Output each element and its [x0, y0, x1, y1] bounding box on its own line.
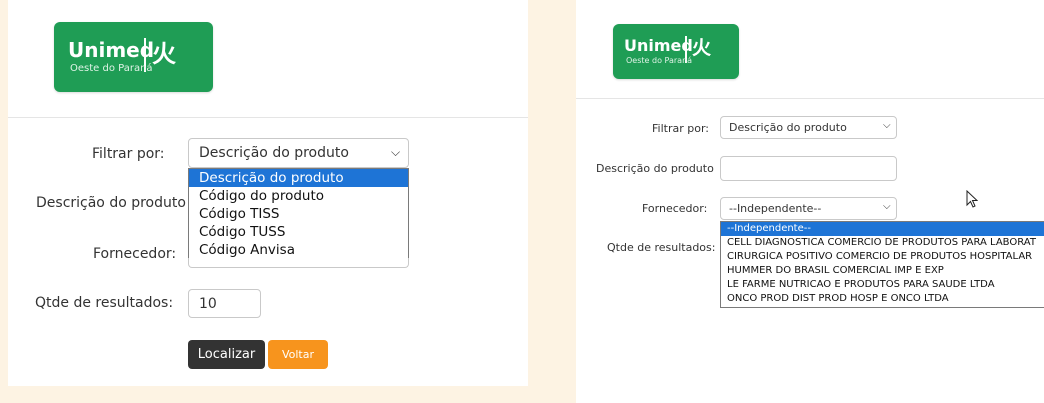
qtde-input-value: 10	[199, 296, 217, 312]
qtde-label: Qtde de resultados:	[35, 295, 174, 311]
logo-subtitle: Oeste do Paraná	[70, 63, 153, 74]
filtrar-select[interactable]: Descrição do produto	[720, 116, 897, 139]
header-divider	[576, 98, 1044, 99]
dropdown-option[interactable]: LE FARME NUTRICAO E PRODUTOS PARA SAUDE …	[721, 278, 1044, 292]
dropdown-option[interactable]: HUMMER DO BRASIL COMERCIAL IMP E EXP	[721, 264, 1044, 278]
descricao-label: Descrição do produto	[596, 162, 714, 175]
chevron-down-icon: ⌵	[883, 201, 891, 212]
filtrar-label: Filtrar por:	[652, 122, 709, 135]
descricao-input[interactable]	[720, 156, 897, 181]
logo-brand-text: Unimed	[68, 38, 155, 62]
localizar-button[interactable]: Localizar	[188, 340, 265, 369]
filtrar-select-value: Descrição do produto	[199, 145, 349, 161]
unimed-logo: Unimed ⽕ Oeste do Paraná	[54, 22, 213, 92]
dropdown-option[interactable]: --Independente--	[721, 222, 1044, 236]
qtde-label: Qtde de resultados:	[607, 241, 716, 254]
chevron-down-icon: ⌵	[883, 120, 891, 131]
filtrar-select-value: Descrição do produto	[729, 121, 847, 134]
dropdown-option[interactable]: CIRURGICA POSITIVO COMERCIO DE PRODUTOS …	[721, 250, 1044, 264]
chevron-down-icon: ⌵	[391, 145, 401, 159]
fornecedor-select[interactable]	[188, 258, 409, 268]
header-divider	[8, 117, 528, 118]
unimed-hands-icon: ⽕	[152, 40, 176, 68]
dropdown-option[interactable]: Código TUSS	[189, 223, 408, 241]
unimed-hands-icon: ⽕	[692, 37, 712, 59]
localizar-button-label: Localizar	[197, 347, 256, 362]
filtrar-dropdown-list: Descrição do produto Código do produto C…	[188, 168, 409, 259]
right-form-panel: Unimed ⽕ Oeste do Paraná Filtrar por: De…	[576, 0, 1044, 403]
fornecedor-label: Fornecedor:	[642, 202, 708, 215]
voltar-button-label: Voltar	[281, 348, 315, 361]
logo-brand-text: Unimed	[624, 36, 693, 55]
fornecedor-label: Fornecedor:	[93, 246, 177, 262]
dropdown-option[interactable]: Código do produto	[189, 187, 408, 205]
dropdown-option[interactable]: CELL DIAGNOSTICA COMERCIO DE PRODUTOS PA…	[721, 236, 1044, 250]
fornecedor-dropdown-list: --Independente-- CELL DIAGNOSTICA COMERC…	[720, 221, 1044, 308]
unimed-logo: Unimed ⽕ Oeste do Paraná	[613, 24, 739, 79]
dropdown-option[interactable]: ONCO PROD DIST PROD HOSP E ONCO LTDA	[721, 292, 1044, 306]
fornecedor-select[interactable]: --Independente--	[720, 197, 897, 220]
dropdown-option[interactable]: Descrição do produto	[189, 169, 408, 187]
fornecedor-select-value: --Independente--	[729, 202, 822, 215]
descricao-label: Descrição do produto	[36, 195, 186, 211]
voltar-button[interactable]: Voltar	[268, 340, 328, 369]
left-form-panel: Unimed ⽕ Oeste do Paraná Filtrar por: De…	[8, 0, 528, 386]
qtde-input[interactable]: 10	[188, 289, 261, 318]
dropdown-option[interactable]: Código Anvisa	[189, 241, 408, 258]
filtrar-label: Filtrar por:	[92, 146, 165, 162]
mouse-cursor-icon	[966, 190, 978, 208]
dropdown-option[interactable]: Código TISS	[189, 205, 408, 223]
logo-subtitle: Oeste do Paraná	[626, 56, 693, 65]
filtrar-select[interactable]: Descrição do produto	[188, 138, 409, 168]
